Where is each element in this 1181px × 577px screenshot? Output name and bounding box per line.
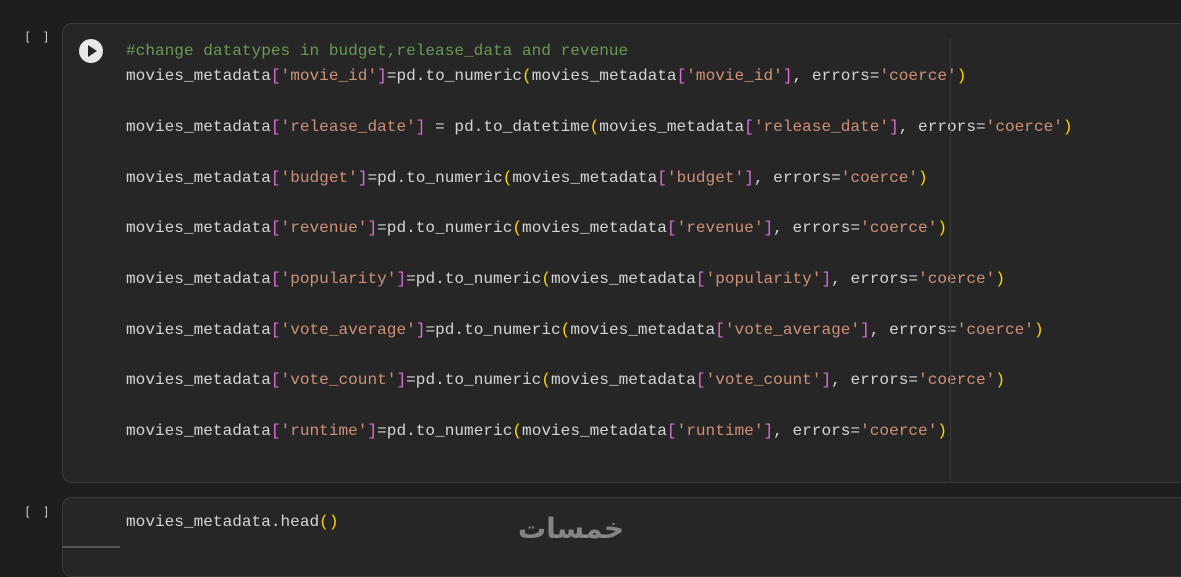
code-editor[interactable]: movies_metadata.head() — [126, 510, 339, 535]
code-line: movies_metadata['release_date'] = pd.to_… — [126, 118, 1073, 137]
code-cell[interactable]: #change datatypes in budget,release_data… — [62, 23, 1181, 483]
code-line: movies_metadata['vote_count']=pd.to_nume… — [126, 371, 1005, 390]
code-line: movies_metadata['runtime']=pd.to_numeric… — [126, 422, 948, 441]
code-editor[interactable]: #change datatypes in budget,release_data… — [126, 39, 1073, 445]
cell-execution-count: [ ] — [24, 505, 52, 519]
play-icon[interactable] — [79, 39, 103, 63]
code-line: movies_metadata['budget']=pd.to_numeric(… — [126, 168, 928, 187]
ruler-line — [950, 38, 951, 482]
watermark-logo: خمسات — [518, 512, 625, 545]
code-line: movies_metadata['popularity']=pd.to_nume… — [126, 270, 1005, 289]
cell-divider — [62, 546, 120, 548]
code-line: movies_metadata['movie_id']=pd.to_numeri… — [126, 67, 967, 86]
code-line: movies_metadata.head() — [126, 513, 339, 531]
code-line: #change datatypes in budget,release_data… — [126, 42, 629, 60]
code-line: movies_metadata['vote_average']=pd.to_nu… — [126, 320, 1044, 339]
cell-execution-count: [ ] — [24, 30, 52, 44]
code-line: movies_metadata['revenue']=pd.to_numeric… — [126, 219, 948, 238]
